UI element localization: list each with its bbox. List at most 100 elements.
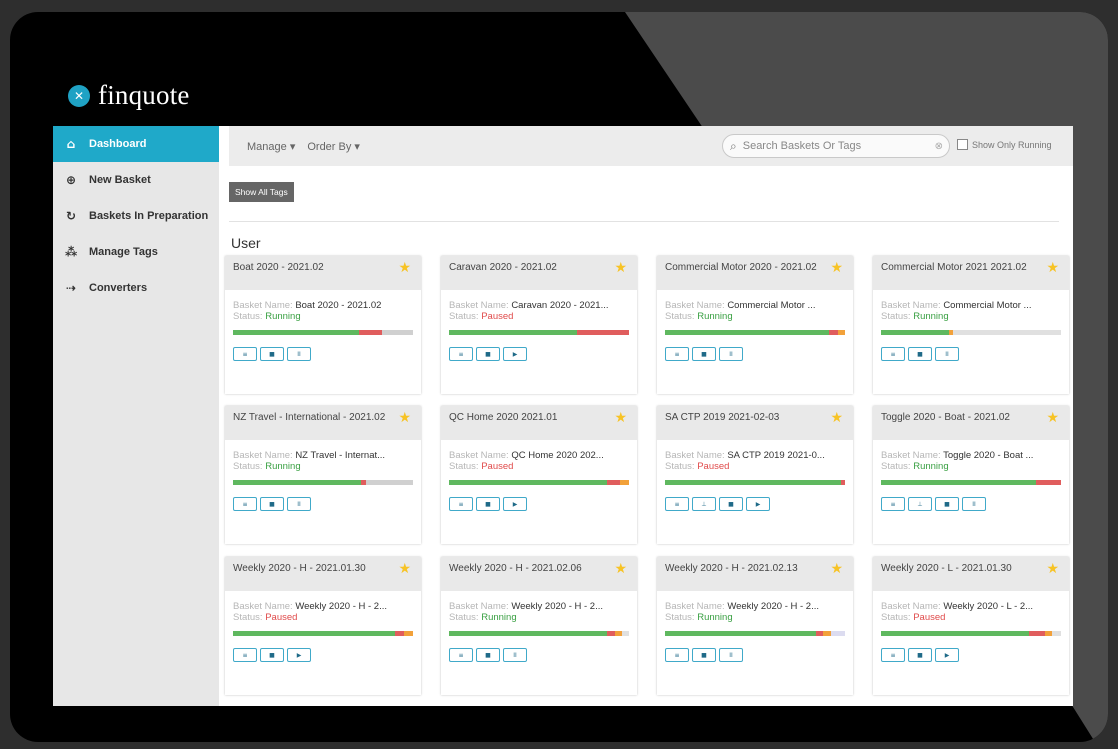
sidebar-item-label: Dashboard xyxy=(89,138,147,150)
show-all-tags-button[interactable]: Show All Tags xyxy=(229,182,294,202)
pause-icon-button[interactable]: II xyxy=(935,347,959,361)
favorite-star-icon[interactable]: ★ xyxy=(398,562,411,576)
list-icon-button[interactable]: ≡ xyxy=(449,648,473,662)
stop-icon-button[interactable]: ■ xyxy=(935,497,959,511)
sidebar-item-manage-tags[interactable]: ⁂ Manage Tags xyxy=(53,234,219,270)
list-icon-button[interactable]: ≡ xyxy=(881,648,905,662)
card-title: Weekly 2020 - H - 2021.02.06 xyxy=(449,563,582,574)
basket-card[interactable]: SA CTP 2019 2021-02-03 ★ Basket Name: SA C… xyxy=(657,406,853,544)
play-icon-button[interactable]: ▶ xyxy=(935,648,959,662)
search-input[interactable]: ⌕ Search Baskets Or Tags ⊗ xyxy=(722,134,950,158)
download-icon-button[interactable]: ⊥ xyxy=(692,497,716,511)
progress-segment xyxy=(233,480,361,485)
play-icon-button[interactable]: ▶ xyxy=(503,497,527,511)
card-controls: ≡ ■ II xyxy=(665,347,845,361)
list-icon-button[interactable]: ≡ xyxy=(233,497,257,511)
stop-icon-button[interactable]: ■ xyxy=(908,648,932,662)
favorite-star-icon[interactable]: ★ xyxy=(830,562,843,576)
progress-bar xyxy=(233,330,413,335)
card-title: Weekly 2020 - L - 2021.01.30 xyxy=(881,563,1012,574)
basket-card[interactable]: Caravan 2020 - 2021.02 ★ Basket Name: Cara… xyxy=(441,256,637,394)
basket-name-value: Weekly 2020 - L - 2... xyxy=(943,601,1034,612)
basket-name-value: Weekly 2020 - H - 2... xyxy=(727,601,820,612)
favorite-star-icon[interactable]: ★ xyxy=(398,411,411,425)
card-body: Basket Name: Weekly 2020 - H - 2... Statu… xyxy=(225,591,421,662)
list-icon-button[interactable]: ≡ xyxy=(233,648,257,662)
card-body: Basket Name: Toggle 2020 - Boat ... Statu… xyxy=(873,440,1069,511)
stop-icon-button[interactable]: ■ xyxy=(476,497,500,511)
favorite-star-icon[interactable]: ★ xyxy=(1046,261,1059,275)
pause-icon-button[interactable]: II xyxy=(719,347,743,361)
list-icon-button[interactable]: ≡ xyxy=(449,347,473,361)
favorite-star-icon[interactable]: ★ xyxy=(614,562,627,576)
basket-name-label: Basket Name: xyxy=(881,450,941,461)
basket-card[interactable]: Weekly 2020 - L - 2021.01.30 ★ Basket Name… xyxy=(873,557,1069,695)
stop-icon-button[interactable]: ■ xyxy=(260,497,284,511)
basket-card[interactable]: Commercial Motor 2020 - 2021.02 ★ Basket N… xyxy=(657,256,853,394)
card-title: Weekly 2020 - H - 2021.01.30 xyxy=(233,563,366,574)
card-body: Basket Name: Caravan 2020 - 2021... Statu… xyxy=(441,290,637,361)
basket-card[interactable]: Weekly 2020 - H - 2021.01.30 ★ Basket Name… xyxy=(225,557,421,695)
checkbox-box[interactable] xyxy=(957,139,968,150)
stop-icon-button[interactable]: ■ xyxy=(476,648,500,662)
status-value: Running xyxy=(481,612,517,623)
favorite-star-icon[interactable]: ★ xyxy=(398,261,411,275)
stop-icon-button[interactable]: ■ xyxy=(260,648,284,662)
pause-icon-button[interactable]: II xyxy=(719,648,743,662)
stop-icon-button[interactable]: ■ xyxy=(476,347,500,361)
pause-icon-button[interactable]: II xyxy=(503,648,527,662)
progress-bar xyxy=(665,330,845,335)
favorite-star-icon[interactable]: ★ xyxy=(830,261,843,275)
play-icon-button[interactable]: ▶ xyxy=(287,648,311,662)
list-icon-button[interactable]: ≡ xyxy=(233,347,257,361)
list-icon-button[interactable]: ≡ xyxy=(665,497,689,511)
basket-card[interactable]: Weekly 2020 - H - 2021.02.13 ★ Basket Name… xyxy=(657,557,853,695)
status-value: Paused xyxy=(697,461,730,472)
basket-card[interactable]: Boat 2020 - 2021.02 ★ Basket Name: Boat 20… xyxy=(225,256,421,394)
basket-name-label: Basket Name: xyxy=(449,300,509,311)
list-icon-button[interactable]: ≡ xyxy=(881,497,905,511)
progress-bar xyxy=(881,631,1061,636)
progress-segment xyxy=(233,330,359,335)
favorite-star-icon[interactable]: ★ xyxy=(1046,411,1059,425)
basket-card[interactable]: QC Home 2020 2021.01 ★ Basket Name: QC Hom… xyxy=(441,406,637,544)
pause-icon-button[interactable]: II xyxy=(287,497,311,511)
list-icon-button[interactable]: ≡ xyxy=(881,347,905,361)
stop-icon-button[interactable]: ■ xyxy=(908,347,932,361)
sidebar-item-dashboard[interactable]: ⌂ Dashboard xyxy=(53,126,219,162)
favorite-star-icon[interactable]: ★ xyxy=(830,411,843,425)
favorite-star-icon[interactable]: ★ xyxy=(614,261,627,275)
basket-card[interactable]: Toggle 2020 - Boat - 2021.02 ★ Basket Name… xyxy=(873,406,1069,544)
show-only-running-label: Show Only Running xyxy=(972,139,1052,150)
clear-search-icon[interactable]: ⊗ xyxy=(935,141,943,152)
play-icon-button[interactable]: ▶ xyxy=(746,497,770,511)
order-by-dropdown[interactable]: Order By ▾ xyxy=(307,140,360,153)
sidebar-item-new-basket[interactable]: ⊕ New Basket xyxy=(53,162,219,198)
manage-dropdown[interactable]: Manage ▾ xyxy=(247,140,295,153)
list-icon-button[interactable]: ≡ xyxy=(665,648,689,662)
basket-card[interactable]: Weekly 2020 - H - 2021.02.06 ★ Basket Name… xyxy=(441,557,637,695)
list-icon-button[interactable]: ≡ xyxy=(665,347,689,361)
status-value: Running xyxy=(913,461,949,472)
list-icon-button[interactable]: ≡ xyxy=(449,497,473,511)
favorite-star-icon[interactable]: ★ xyxy=(1046,562,1059,576)
card-body: Basket Name: QC Home 2020 202... Status: … xyxy=(441,440,637,511)
pause-icon-button[interactable]: II xyxy=(287,347,311,361)
favorite-star-icon[interactable]: ★ xyxy=(614,411,627,425)
sidebar-item-converters[interactable]: ⇢ Converters xyxy=(53,270,219,306)
basket-name-value: NZ Travel - Internat... xyxy=(295,450,386,461)
stop-icon-button[interactable]: ■ xyxy=(719,497,743,511)
basket-card[interactable]: Commercial Motor 2021 2021.02 ★ Basket Nam… xyxy=(873,256,1069,394)
sidebar-item-baskets-in-preparation[interactable]: ↻ Baskets In Preparation xyxy=(53,198,219,234)
stop-icon-button[interactable]: ■ xyxy=(260,347,284,361)
pause-icon-button[interactable]: II xyxy=(962,497,986,511)
progress-segment xyxy=(665,480,842,485)
stop-icon-button[interactable]: ■ xyxy=(692,347,716,361)
basket-card[interactable]: NZ Travel - International - 2021.02 ★ Bask… xyxy=(225,406,421,544)
sidebar-item-label: Manage Tags xyxy=(89,246,158,258)
card-header: Weekly 2020 - H - 2021.02.06 ★ xyxy=(441,557,637,591)
play-icon-button[interactable]: ▶ xyxy=(503,347,527,361)
stop-icon-button[interactable]: ■ xyxy=(692,648,716,662)
download-icon-button[interactable]: ⊥ xyxy=(908,497,932,511)
show-only-running-checkbox[interactable]: Show Only Running xyxy=(957,139,1052,150)
